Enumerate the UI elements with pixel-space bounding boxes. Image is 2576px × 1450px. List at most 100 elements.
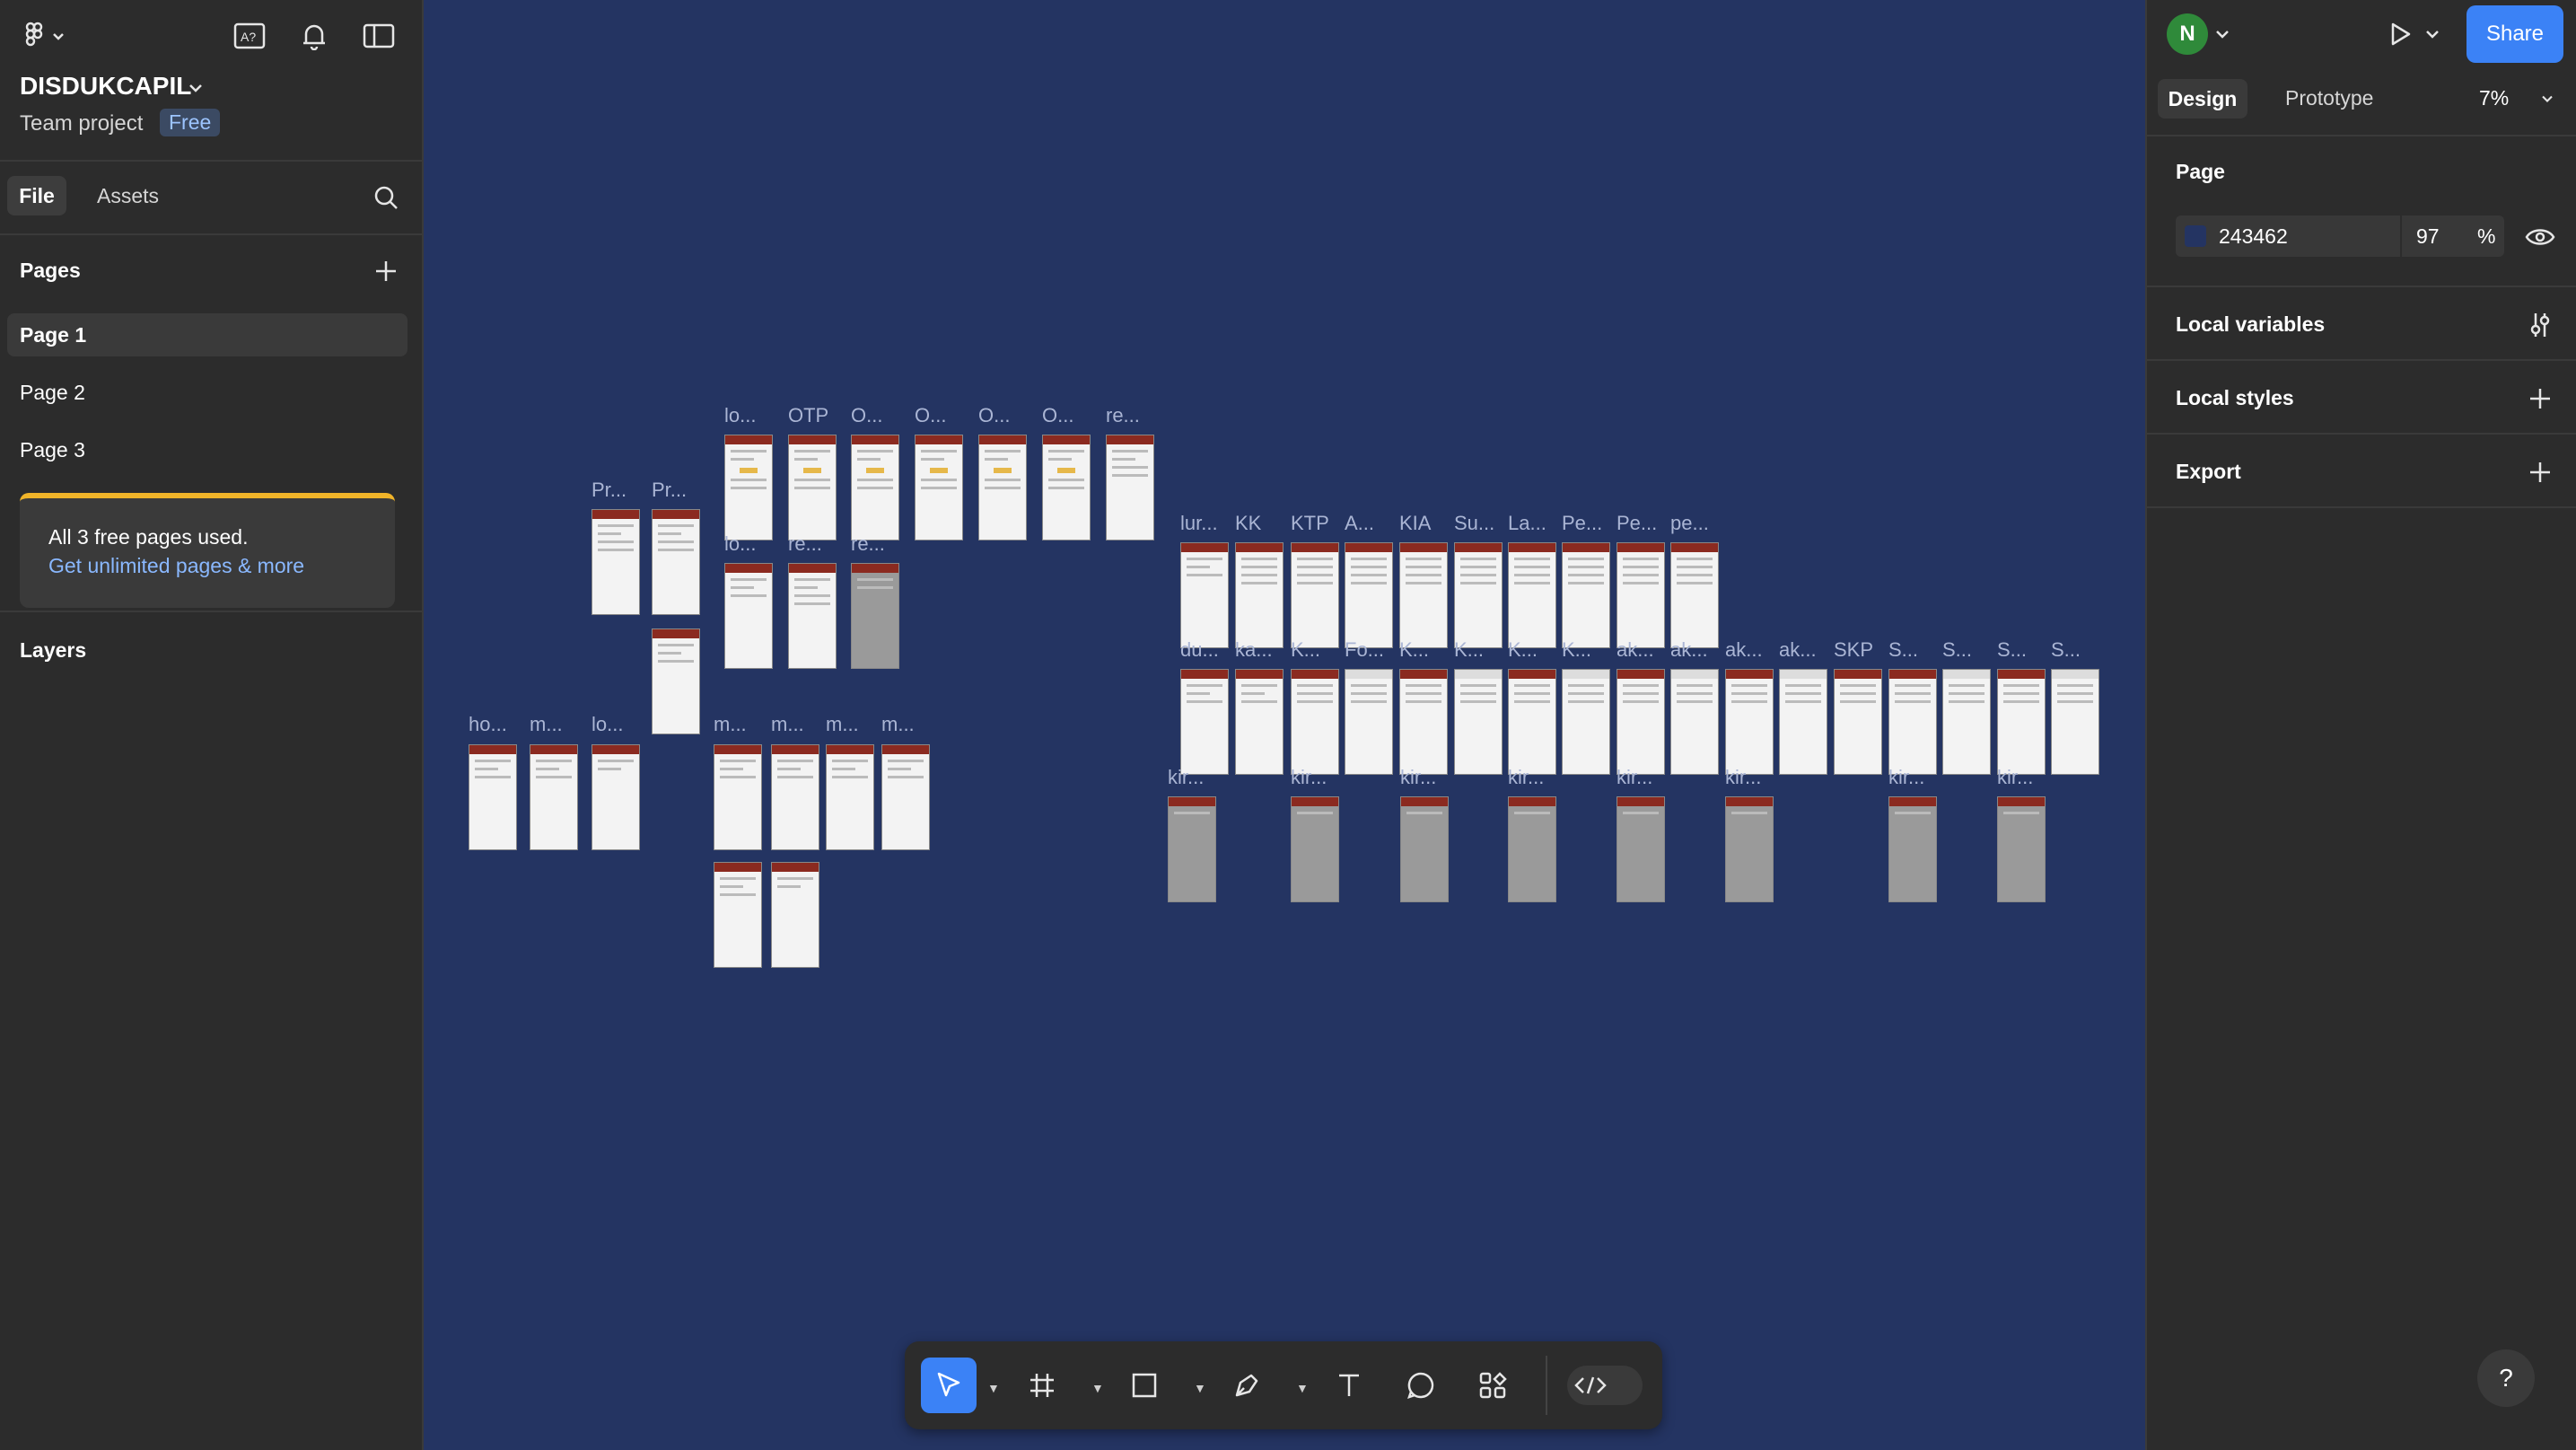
frame-thumbnail[interactable] xyxy=(1508,796,1556,902)
text-tool-icon[interactable] xyxy=(1321,1358,1377,1413)
frame-thumbnail[interactable] xyxy=(1508,669,1556,775)
frame-thumbnail[interactable] xyxy=(1779,669,1827,775)
frame-thumbnail[interactable] xyxy=(1997,669,2046,775)
comment-tool-icon[interactable] xyxy=(1393,1358,1449,1413)
figma-menu-icon[interactable] xyxy=(20,20,74,52)
notifications-bell-icon[interactable] xyxy=(296,18,332,54)
frame-thumbnail[interactable] xyxy=(1399,669,1448,775)
frame-thumbnail[interactable] xyxy=(851,435,899,540)
rectangle-tool-icon[interactable] xyxy=(1117,1358,1172,1413)
frame-thumbnail[interactable] xyxy=(1617,669,1665,775)
share-button[interactable]: Share xyxy=(2466,5,2563,63)
frame-tool-icon[interactable] xyxy=(1014,1358,1070,1413)
frame-thumbnail[interactable] xyxy=(1291,542,1339,648)
frame-thumbnail[interactable] xyxy=(1042,435,1091,540)
frame-thumbnail[interactable] xyxy=(1345,542,1393,648)
frame-thumbnail[interactable] xyxy=(978,435,1027,540)
frame-thumbnail[interactable] xyxy=(771,744,819,850)
zoom-level[interactable]: 7% xyxy=(2479,86,2509,110)
tab-assets[interactable]: Assets xyxy=(97,184,159,208)
frame-thumbnail[interactable] xyxy=(1617,542,1665,648)
page-background-field[interactable]: 243462 97 % xyxy=(2176,215,2504,257)
frame-thumbnail[interactable] xyxy=(1508,542,1556,648)
page-item-3[interactable]: Page 3 xyxy=(7,428,407,471)
search-icon[interactable] xyxy=(368,180,404,215)
frame-thumbnail[interactable] xyxy=(469,744,517,850)
frame-thumbnail[interactable] xyxy=(1454,669,1503,775)
bg-opacity-value[interactable]: 97 xyxy=(2416,224,2440,249)
frame-thumbnail[interactable] xyxy=(1399,542,1448,648)
frame-thumbnail[interactable] xyxy=(1345,669,1393,775)
frame-thumbnail[interactable] xyxy=(1670,542,1719,648)
frame-thumbnail[interactable] xyxy=(1562,542,1610,648)
bg-hex-value[interactable]: 243462 xyxy=(2219,224,2288,249)
chevron-down-icon[interactable] xyxy=(2538,90,2556,108)
frame-thumbnail[interactable] xyxy=(881,744,930,850)
frame-thumbnail[interactable] xyxy=(591,744,640,850)
move-tool-icon[interactable] xyxy=(921,1358,977,1413)
add-page-icon[interactable] xyxy=(368,253,404,289)
tab-design[interactable]: Design xyxy=(2158,79,2247,119)
frame-thumbnail[interactable] xyxy=(915,435,963,540)
frame-thumbnail[interactable] xyxy=(1180,542,1229,648)
frame-thumbnail[interactable] xyxy=(652,628,700,734)
design-canvas[interactable]: lo... OTP O... O... O... O... re... Pr..… xyxy=(424,0,2145,1450)
frame-thumbnail[interactable] xyxy=(851,563,899,669)
frame-thumbnail[interactable] xyxy=(1291,796,1339,902)
frame-thumbnail[interactable] xyxy=(1888,796,1937,902)
chevron-down-icon[interactable]: ▼ xyxy=(987,1381,1000,1395)
actions-tool-icon[interactable] xyxy=(1465,1358,1520,1413)
frame-thumbnail[interactable] xyxy=(591,509,640,615)
pen-tool-icon[interactable] xyxy=(1219,1358,1275,1413)
add-export-icon[interactable] xyxy=(2522,454,2558,490)
color-swatch[interactable] xyxy=(2185,225,2206,247)
frame-thumbnail[interactable] xyxy=(1106,435,1154,540)
frame-thumbnail[interactable] xyxy=(1834,669,1882,775)
present-play-icon[interactable] xyxy=(2382,16,2418,52)
frame-thumbnail[interactable] xyxy=(1291,669,1339,775)
dev-mode-icon[interactable] xyxy=(1564,1358,1646,1413)
tab-file[interactable]: File xyxy=(7,176,66,215)
frame-thumbnail[interactable] xyxy=(1888,669,1937,775)
chevron-down-icon[interactable]: ▼ xyxy=(1296,1381,1309,1395)
frame-thumbnail[interactable] xyxy=(1670,669,1719,775)
help-button[interactable]: ? xyxy=(2477,1349,2535,1407)
chevron-down-icon[interactable] xyxy=(2213,25,2231,43)
frame-thumbnail[interactable] xyxy=(530,744,578,850)
frame-thumbnail[interactable] xyxy=(714,744,762,850)
tab-prototype[interactable]: Prototype xyxy=(2285,86,2373,110)
frame-thumbnail[interactable] xyxy=(1235,542,1284,648)
add-style-icon[interactable] xyxy=(2522,381,2558,417)
chevron-down-icon[interactable] xyxy=(185,79,206,97)
frame-thumbnail[interactable] xyxy=(1400,796,1449,902)
frame-thumbnail[interactable] xyxy=(1997,796,2046,902)
frame-thumbnail[interactable] xyxy=(1562,669,1610,775)
frame-thumbnail[interactable] xyxy=(788,435,837,540)
upgrade-link[interactable]: Get unlimited pages & more xyxy=(48,554,304,578)
frame-thumbnail[interactable] xyxy=(1725,669,1774,775)
frame-thumbnail[interactable] xyxy=(1235,669,1284,775)
frame-thumbnail[interactable] xyxy=(1725,796,1774,902)
frame-thumbnail[interactable] xyxy=(1454,542,1503,648)
frame-thumbnail[interactable] xyxy=(2051,669,2099,775)
chevron-down-icon[interactable]: ▼ xyxy=(1194,1381,1206,1395)
avatar[interactable]: N xyxy=(2167,13,2208,55)
frame-thumbnail[interactable] xyxy=(788,563,837,669)
frame-thumbnail[interactable] xyxy=(826,744,874,850)
variables-settings-icon[interactable] xyxy=(2522,307,2558,343)
frame-thumbnail[interactable] xyxy=(652,509,700,615)
project-name[interactable]: DISDUKCAPIL xyxy=(20,72,191,101)
frame-thumbnail[interactable] xyxy=(724,435,773,540)
page-item-2[interactable]: Page 2 xyxy=(7,371,407,414)
frame-thumbnail[interactable] xyxy=(1942,669,1991,775)
frame-thumbnail[interactable] xyxy=(1617,796,1665,902)
frame-thumbnail[interactable] xyxy=(724,563,773,669)
accessibility-text-icon[interactable]: A? xyxy=(232,18,267,54)
frame-thumbnail[interactable] xyxy=(771,862,819,968)
chevron-down-icon[interactable]: ▼ xyxy=(1091,1381,1104,1395)
chevron-down-icon[interactable] xyxy=(2423,25,2441,43)
page-item-1[interactable]: Page 1 xyxy=(7,313,407,356)
frame-thumbnail[interactable] xyxy=(714,862,762,968)
toggle-sidebar-icon[interactable] xyxy=(361,18,397,54)
frame-thumbnail[interactable] xyxy=(1180,669,1229,775)
